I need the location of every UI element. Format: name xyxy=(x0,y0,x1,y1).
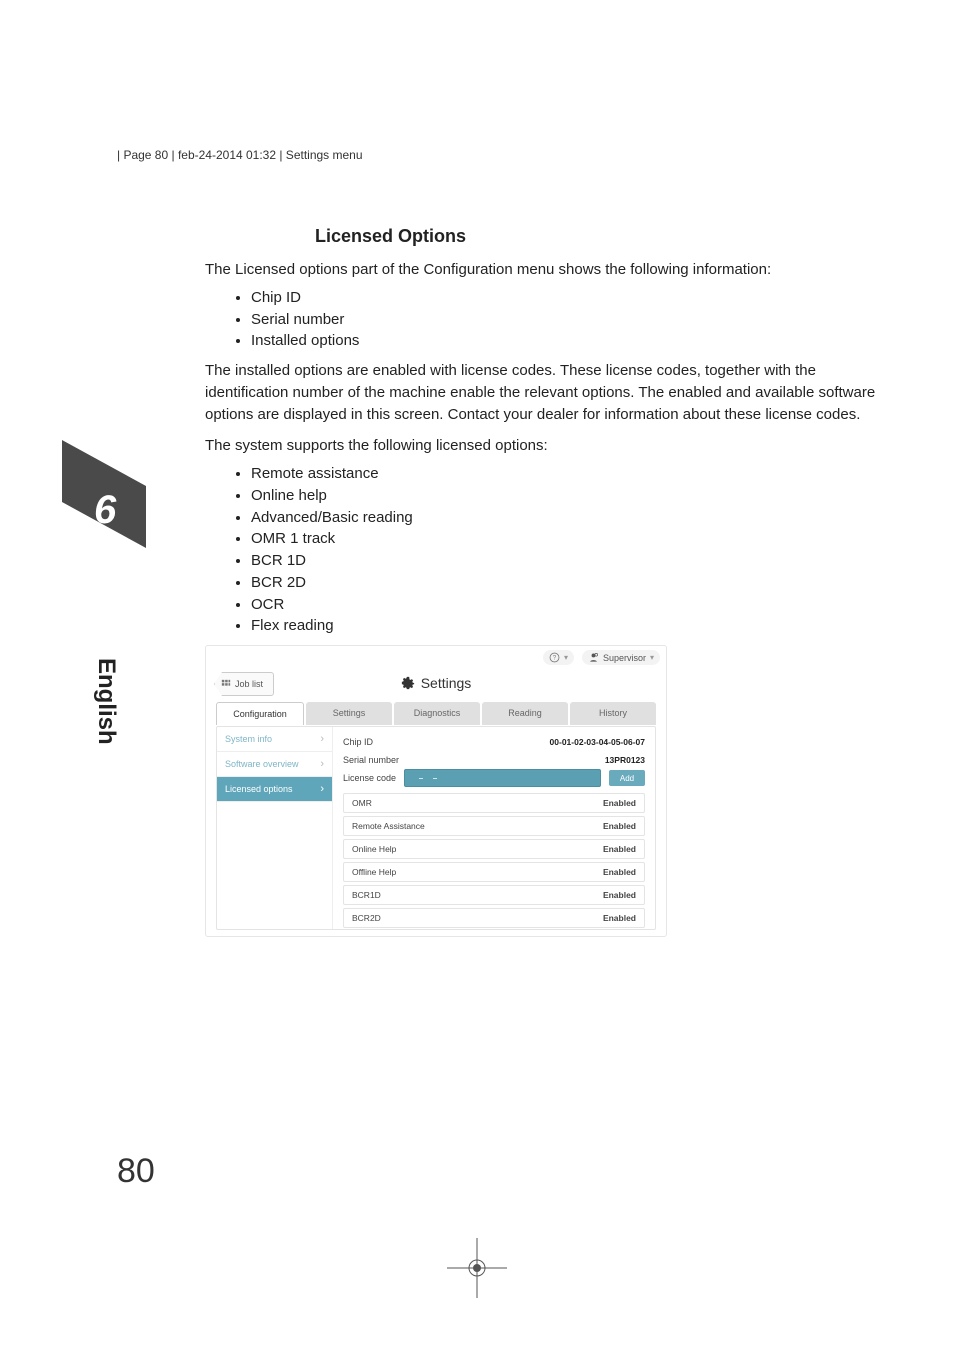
chip-id-row: Chip ID 00-01-02-03-04-05-06-07 xyxy=(343,733,645,751)
paragraph-intro: The Licensed options part of the Configu… xyxy=(205,259,890,281)
help-icon: ? xyxy=(549,652,560,663)
add-button[interactable]: Add xyxy=(609,770,645,786)
gear-icon xyxy=(401,676,415,690)
screen-title-row: Settings xyxy=(206,672,666,694)
sidebar-item-software-overview[interactable]: Software overview › xyxy=(217,752,332,777)
list-item: Flex reading xyxy=(251,615,890,637)
side-nav: System info › Software overview › Licens… xyxy=(217,727,333,929)
user-menu[interactable]: Supervisor ▾ xyxy=(582,650,660,665)
page-number: 80 xyxy=(117,1152,155,1191)
input-segment xyxy=(419,778,423,779)
license-code-label: License code xyxy=(343,773,396,783)
chevron-right-icon: › xyxy=(320,783,324,795)
option-row[interactable]: BCR1D Enabled xyxy=(343,885,645,905)
tab-diagnostics[interactable]: Diagnostics xyxy=(394,702,480,725)
sidebar-item-label: System info xyxy=(225,734,272,744)
joblist-button[interactable]: Job list xyxy=(214,672,274,696)
option-row[interactable]: Online Help Enabled xyxy=(343,839,645,859)
chevron-down-icon: ▾ xyxy=(564,653,568,662)
list-item: OCR xyxy=(251,594,890,616)
list-item: Installed options xyxy=(251,330,890,352)
option-row[interactable]: Remote Assistance Enabled xyxy=(343,816,645,836)
option-name: BCR2D xyxy=(352,913,381,923)
document-content: Licensed Options The Licensed options pa… xyxy=(205,226,890,937)
list-item: OMR 1 track xyxy=(251,528,890,550)
list-item: Chip ID xyxy=(251,287,890,309)
license-code-input[interactable] xyxy=(404,769,601,787)
chip-id-label: Chip ID xyxy=(343,737,373,747)
grid-icon xyxy=(221,679,231,689)
tab-configuration[interactable]: Configuration xyxy=(216,702,304,725)
chevron-right-icon: › xyxy=(320,733,324,745)
option-name: Online Help xyxy=(352,844,396,854)
tab-settings[interactable]: Settings xyxy=(306,702,392,725)
chapter-number: 6 xyxy=(94,488,116,533)
page-header: | Page 80 | feb-24-2014 01:32 | Settings… xyxy=(117,148,363,162)
info-list: Chip ID Serial number Installed options xyxy=(205,287,890,352)
option-status: Enabled xyxy=(603,821,636,831)
help-menu[interactable]: ? ▾ xyxy=(543,650,574,665)
list-item: Advanced/Basic reading xyxy=(251,507,890,529)
user-label: Supervisor xyxy=(603,653,646,663)
option-status: Enabled xyxy=(603,890,636,900)
sidebar-item-system-info[interactable]: System info › xyxy=(217,727,332,752)
svg-text:?: ? xyxy=(553,655,557,662)
section-title: Licensed Options xyxy=(315,226,890,247)
user-icon xyxy=(588,652,599,663)
option-status: Enabled xyxy=(603,867,636,877)
option-status: Enabled xyxy=(603,913,636,923)
list-item: Remote assistance xyxy=(251,463,890,485)
tab-row: Configuration Settings Diagnostics Readi… xyxy=(216,702,656,725)
option-status: Enabled xyxy=(603,844,636,854)
supported-list: Remote assistance Online help Advanced/B… xyxy=(205,463,890,637)
list-item: Serial number xyxy=(251,309,890,331)
chapter-tab: 6 xyxy=(62,440,146,548)
serial-value: 13PR0123 xyxy=(605,755,645,765)
main-panel: Chip ID 00-01-02-03-04-05-06-07 Serial n… xyxy=(333,727,655,929)
screenshot-topbar: ? ▾ Supervisor ▾ xyxy=(543,650,660,665)
option-name: OMR xyxy=(352,798,372,808)
chevron-down-icon: ▾ xyxy=(650,653,654,662)
option-name: Offline Help xyxy=(352,867,396,877)
page-language: English xyxy=(92,658,120,745)
option-row[interactable]: BCR2D Enabled xyxy=(343,908,645,928)
list-item: BCR 1D xyxy=(251,550,890,572)
serial-row: Serial number 13PR0123 xyxy=(343,751,645,769)
joblist-label: Job list xyxy=(235,679,263,689)
chip-id-value: 00-01-02-03-04-05-06-07 xyxy=(550,737,645,747)
sidebar-item-licensed-options[interactable]: Licensed options › xyxy=(217,777,332,802)
option-status: Enabled xyxy=(603,798,636,808)
tab-history[interactable]: History xyxy=(570,702,656,725)
settings-screenshot: ? ▾ Supervisor ▾ Job list Settings Confi… xyxy=(205,645,667,937)
input-segment xyxy=(433,778,437,779)
option-row[interactable]: Offline Help Enabled xyxy=(343,862,645,882)
sidebar-item-label: Software overview xyxy=(225,759,299,769)
screen-title: Settings xyxy=(421,675,472,691)
list-item: Online help xyxy=(251,485,890,507)
paragraph-supported: The system supports the following licens… xyxy=(205,435,890,457)
serial-label: Serial number xyxy=(343,755,399,765)
option-name: BCR1D xyxy=(352,890,381,900)
paragraph-detail: The installed options are enabled with l… xyxy=(205,360,890,425)
list-item: BCR 2D xyxy=(251,572,890,594)
chevron-right-icon: › xyxy=(320,758,324,770)
option-row[interactable]: OMR Enabled xyxy=(343,793,645,813)
option-name: Remote Assistance xyxy=(352,821,425,831)
tab-reading[interactable]: Reading xyxy=(482,702,568,725)
license-code-row: License code Add xyxy=(343,769,645,787)
options-list: OMR Enabled Remote Assistance Enabled On… xyxy=(343,793,645,928)
registration-mark-icon xyxy=(447,1238,507,1298)
screenshot-body: System info › Software overview › Licens… xyxy=(216,726,656,930)
sidebar-item-label: Licensed options xyxy=(225,784,293,794)
